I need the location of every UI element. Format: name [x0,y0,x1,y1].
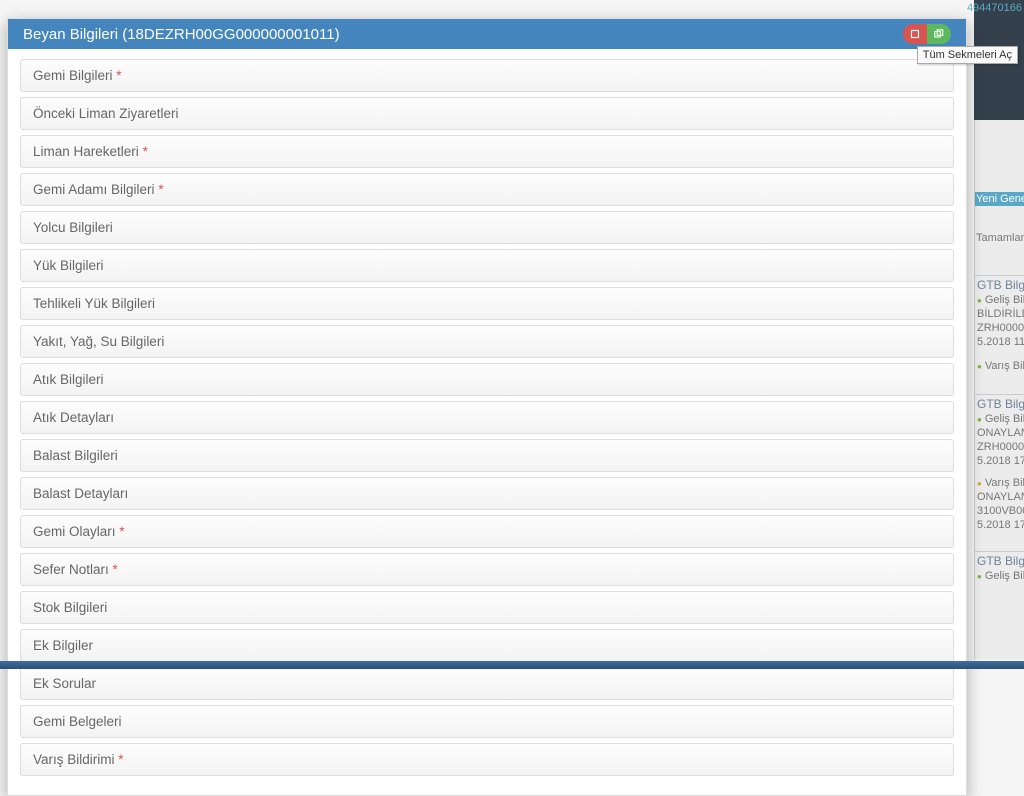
accordion-header[interactable]: Balast Bilgileri [20,439,954,472]
card-heading: GTB Bilgil [976,277,1023,293]
accordion-label: Sefer Notları [33,562,109,577]
accordion-label: Önceki Liman Ziyaretleri [33,106,179,121]
accordion-label: Ek Bilgiler [33,638,93,653]
modal-header-buttons [903,24,951,44]
accordion-header[interactable]: Gemi Belgeleri [20,705,954,738]
accordion-label: Stok Bilgileri [33,600,107,615]
accordion-label: Atık Detayları [33,410,114,425]
expand-all-tooltip: Tüm Sekmeleri Aç [917,46,1018,64]
card-line: Varış Bildi [976,476,1023,490]
card-line: 5.2018 11:3 [976,335,1023,349]
new-general-button[interactable]: Yeni Genel B [975,192,1024,206]
card-line: Varış Bildi [976,359,1023,373]
declaration-info-modal: Beyan Bilgileri (18DEZRH00GG000000001011… [7,18,967,796]
card-heading: GTB Bilgil [976,396,1023,412]
background-sidebar: Yeni Genel B Tamamlanan GTB Bilgil Geliş… [974,120,1024,659]
required-marker: * [158,182,163,197]
accordion-header[interactable]: Ek Sorular [20,667,954,700]
card-line: 5.2018 17:0 [976,518,1023,532]
accordion-label: Ek Sorular [33,676,96,691]
accordion-label: Gemi Adamı Bilgileri [33,182,155,197]
accordion-header[interactable]: Yolcu Bilgileri [20,211,954,244]
card-line: Geliş Bildi [976,293,1023,307]
modal-body: Gemi Bilgileri * Önceki Liman Ziyaretleri… [8,49,966,795]
required-marker: * [143,144,148,159]
card-line: ONAYLAND [976,490,1023,504]
background-header-link[interactable]: 494470166 [965,0,1024,16]
modal-header: Beyan Bilgileri (18DEZRH00GG000000001011… [8,19,966,49]
accordion-header[interactable]: Ek Bilgiler [20,629,954,662]
card-heading: GTB Bilgil [976,553,1023,569]
card-line: ZRH0000000 [976,440,1023,454]
accordion-label: Yük Bilgileri [33,258,104,273]
card-line: 3100VB0000 [976,504,1023,518]
required-marker: * [118,752,123,767]
accordion-label: Gemi Belgeleri [33,714,122,729]
accordion-header[interactable]: Gemi Olayları * [20,515,954,548]
accordion-header[interactable]: Gemi Adamı Bilgileri * [20,173,954,206]
accordion-label: Atık Bilgileri [33,372,104,387]
accordion-label: Tehlikeli Yük Bilgileri [33,296,155,311]
accordion-label: Balast Bilgileri [33,448,118,463]
accordion-label: Gemi Olayları [33,524,116,539]
accordion-header[interactable]: Tehlikeli Yük Bilgileri [20,287,954,320]
expand-all-button[interactable] [927,24,951,44]
accordion-header[interactable]: Liman Hareketleri * [20,135,954,168]
accordion-header[interactable]: Varış Bildirimi * [20,743,954,776]
accordion-header[interactable]: Önceki Liman Ziyaretleri [20,97,954,130]
accordion-label: Yolcu Bilgileri [33,220,113,235]
card-line: 5.2018 17:0 [976,454,1023,468]
modal-title: Beyan Bilgileri (18DEZRH00GG000000001011… [23,26,340,43]
accordion-header[interactable]: Balast Detayları [20,477,954,510]
accordion-label: Liman Hareketleri [33,144,139,159]
accordion-label: Yakıt, Yağ, Su Bilgileri [33,334,164,349]
background-card-3: GTB Bilgil Geliş Bildi [975,551,1024,584]
accordion-header[interactable]: Sefer Notları * [20,553,954,586]
background-card-1: GTB Bilgil Geliş Bildi BİLDİRİLD ZRH0000… [975,275,1024,374]
required-marker: * [116,68,121,83]
accordion-header[interactable]: Stok Bilgileri [20,591,954,624]
card-line: Geliş Bildi [976,569,1023,583]
status-filter-label: Tamamlanan [975,231,1024,245]
card-line: ZRH0000000 [976,321,1023,335]
background-card-2: GTB Bilgil Geliş Bildi ONAYLAND ZRH00000… [975,394,1024,533]
card-line: BİLDİRİLD [976,307,1023,321]
accordion-header[interactable]: Atık Bilgileri [20,363,954,396]
accordion-label: Balast Detayları [33,486,128,501]
accordion-header[interactable]: Yük Bilgileri [20,249,954,282]
required-marker: * [113,562,118,577]
accordion-header[interactable]: Gemi Bilgileri * [20,59,954,92]
collapse-icon [910,29,920,39]
expand-icon [934,29,944,39]
accordion-label: Varış Bildirimi [33,752,115,767]
card-line: Geliş Bildi [976,412,1023,426]
accordion-header[interactable]: Atık Detayları [20,401,954,434]
accordion-label: Gemi Bilgileri [33,68,113,83]
card-line: ONAYLAND [976,426,1023,440]
collapse-all-button[interactable] [903,24,927,44]
windows-taskbar[interactable] [0,661,1024,669]
required-marker: * [119,524,124,539]
accordion-header[interactable]: Yakıt, Yağ, Su Bilgileri [20,325,954,358]
